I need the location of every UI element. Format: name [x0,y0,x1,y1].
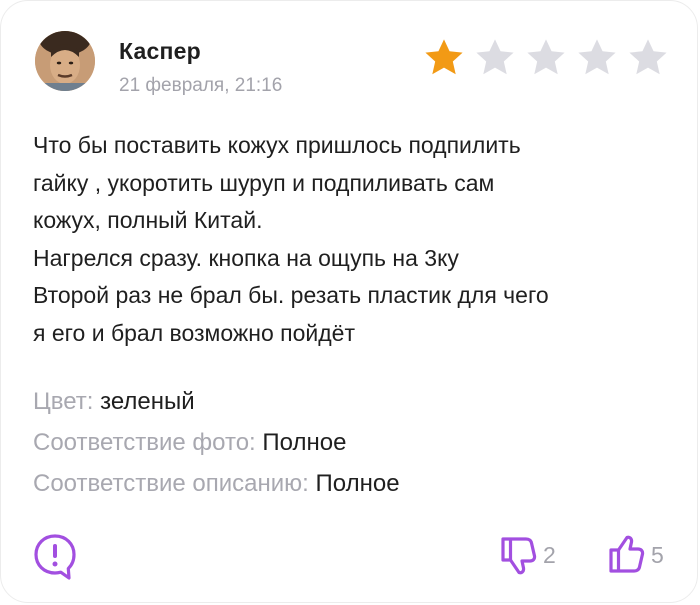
dislike-count: 2 [543,541,556,568]
star-rating [421,35,671,81]
attribute-color: Цвет: зеленый [33,388,195,416]
like-count: 5 [651,541,664,568]
attribute-value: Полное [262,429,347,456]
report-button[interactable] [33,533,77,581]
review-text-line: кожух, полный Китай. [33,207,263,233]
attribute-description-match: Соответствие описанию: Полное [33,470,400,498]
review-text-line: Что бы поставить кожух пришлось подпилит… [33,132,521,158]
review-text-line: я его и брал возможно пойдёт [33,319,355,346]
attribute-photo-match: Соответствие фото: Полное [33,429,346,457]
attribute-value: зеленый [100,388,195,415]
review-card: Каспер 21 февраля, 21:16 Что бы поставит… [0,0,698,603]
star-icon [578,39,616,75]
avatar[interactable] [35,31,95,91]
dislike-button[interactable]: 2 [499,534,556,576]
star-icon [476,39,514,75]
like-button[interactable]: 5 [607,534,664,576]
thumbs-down-icon [501,537,537,575]
attribute-value: Полное [315,470,400,497]
star-icon [527,39,565,75]
star-icon [425,39,463,75]
review-text-line: Второй раз не брал бы. резать пластик дл… [33,282,549,308]
attribute-label: Цвет: [33,388,94,415]
attribute-label: Соответствие фото: [33,429,256,456]
star-icon [629,39,667,75]
review-text-line: Нагрелся сразу. кнопка на ощупь на 3ку [33,244,459,271]
thumbs-up-icon [609,535,645,573]
exclamation-circle-icon [34,534,76,580]
review-text: Что бы поставить кожух пришлось подпилит… [33,127,673,352]
review-date: 21 февраля, 21:16 [119,75,283,96]
review-text-line: гайку , укоротить шуруп и подпиливать са… [33,169,495,196]
attribute-label: Соответствие описанию: [33,470,309,497]
author-name: Каспер [119,38,201,64]
